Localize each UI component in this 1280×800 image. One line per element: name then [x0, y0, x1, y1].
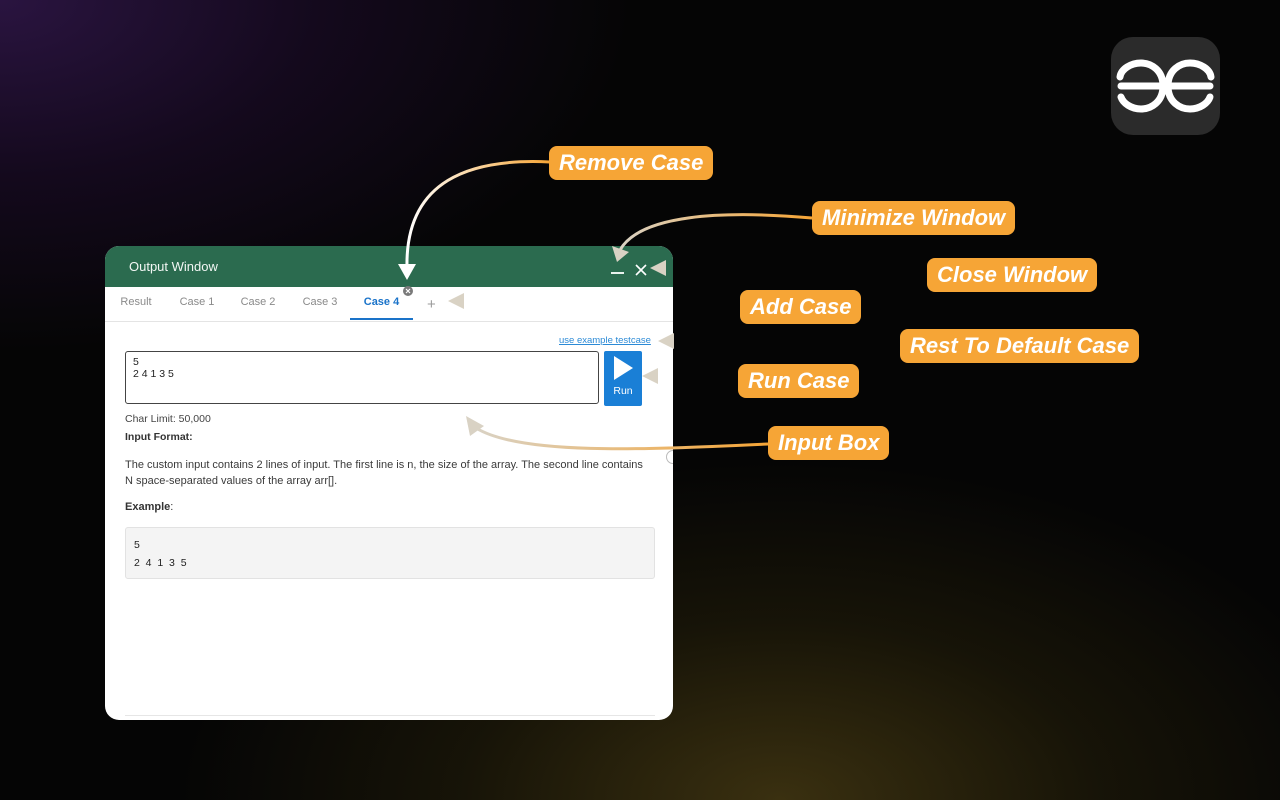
- callout-reset-default: Rest To Default Case: [900, 329, 1140, 363]
- callout-minimize-window: Minimize Window: [812, 201, 1016, 235]
- callout-run-case: Run Case: [738, 364, 860, 398]
- callout-remove-case: Remove Case: [549, 146, 714, 180]
- callout-add-case: Add Case: [740, 290, 862, 324]
- callout-input-box: Input Box: [768, 426, 890, 460]
- annotation-arrows: [398, 160, 930, 451]
- callout-close-window: Close Window: [927, 258, 1098, 292]
